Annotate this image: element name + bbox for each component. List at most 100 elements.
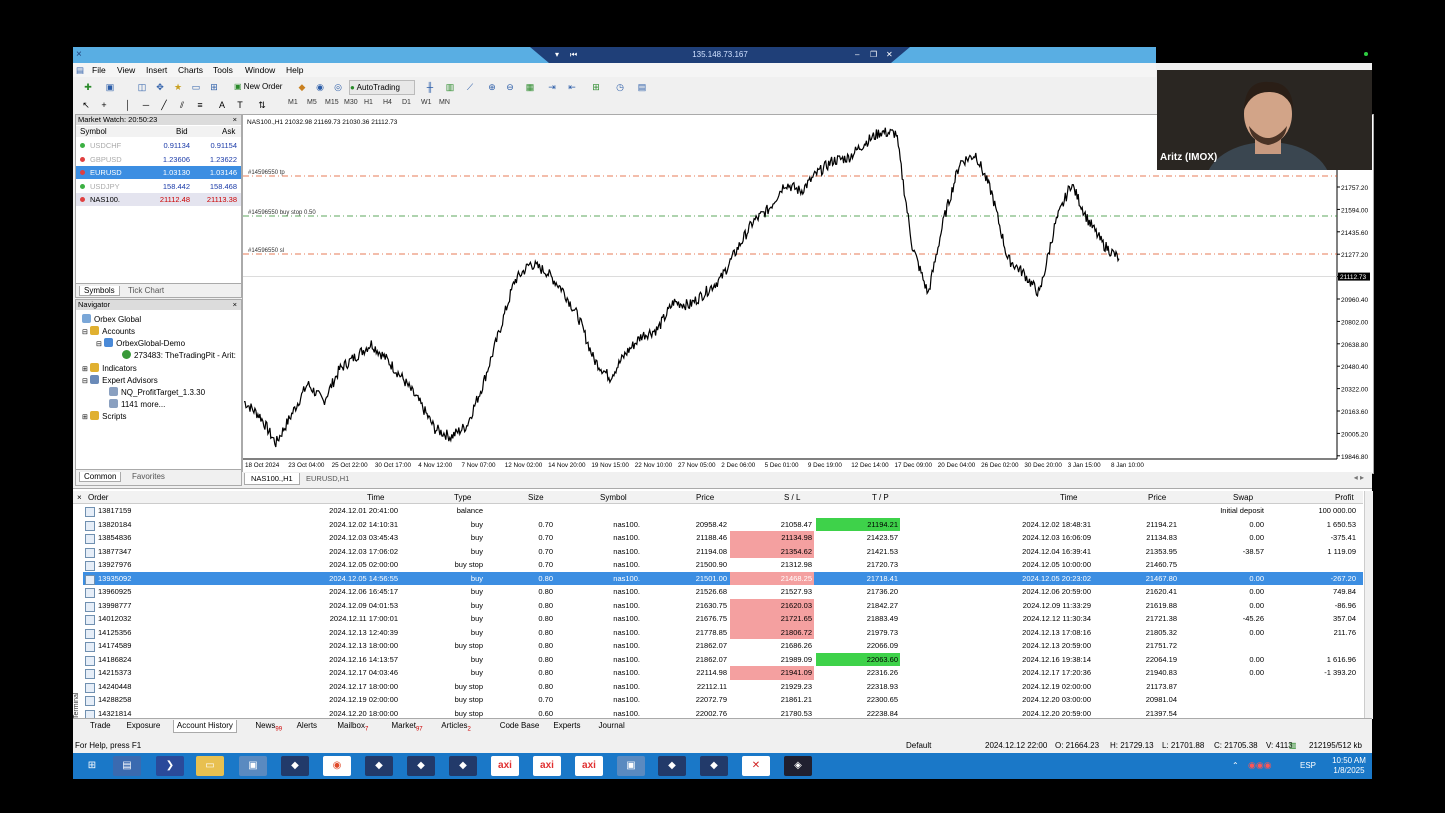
taskbar-chrome-icon[interactable]: ◉ — [323, 756, 351, 776]
col-swap[interactable]: Swap — [1233, 493, 1253, 502]
col-bid[interactable]: Bid — [176, 127, 188, 136]
taskbar-mt4-icon[interactable]: ◆ — [365, 756, 393, 776]
trendline-icon[interactable]: ╱ — [157, 99, 171, 111]
history-row[interactable]: 14125356 2024.12.13 12:40:39 buy 0.80 nas100… — [83, 625, 1363, 639]
expand-icon[interactable]: ⊟ — [96, 341, 102, 348]
taskbar-mt4-icon[interactable]: ◆ — [281, 756, 309, 776]
taskbar-powershell-icon[interactable]: ❯ — [156, 756, 184, 776]
tab-mailbox[interactable]: Mailbox7 — [334, 720, 371, 736]
tf-m30[interactable]: M30 — [344, 99, 358, 106]
market-watch-row[interactable]: USDCHF 0.91134 0.91154 — [76, 139, 241, 152]
tab-account-history[interactable]: Account History — [172, 720, 237, 733]
tab-news[interactable]: News99 — [252, 720, 285, 736]
templates-icon[interactable]: ▤ — [635, 81, 649, 93]
menu-charts[interactable]: Charts — [178, 65, 203, 75]
tab-code-base[interactable]: Code Base — [497, 720, 543, 732]
history-row[interactable]: 13935092 2024.12.05 14:56:55 buy 0.80 nas100… — [83, 571, 1363, 585]
nav-scripts[interactable]: ⊞ Scripts — [82, 411, 127, 421]
tab-common[interactable]: Common — [79, 472, 122, 482]
restore-icon[interactable]: ❐ — [870, 47, 877, 63]
tf-mn[interactable]: MN — [439, 99, 450, 106]
tray-arrow-icon[interactable]: ⌃ — [1232, 761, 1239, 770]
col-symbol[interactable]: Symbol — [80, 127, 107, 136]
col-price[interactable]: Price — [696, 493, 714, 502]
taskbar-folder-icon[interactable]: ▭ — [196, 756, 224, 776]
taskbar-mt4-icon[interactable]: ◆ — [449, 756, 477, 776]
tab-trade[interactable]: Trade — [87, 720, 114, 732]
tf-m1[interactable]: M1 — [288, 99, 298, 106]
taskbar-monitor-icon[interactable]: ▤ — [113, 756, 141, 776]
channel-icon[interactable]: ⫽ — [175, 99, 189, 111]
tab-nas100-h1[interactable]: NAS100.,H1 — [244, 473, 300, 485]
taskbar-rdp-icon[interactable]: ▣ — [617, 756, 645, 776]
taskbar-rdp-icon[interactable]: ▣ — [239, 756, 267, 776]
history-row[interactable]: 14012032 2024.12.11 17:00:01 buy 0.80 nas100… — [83, 612, 1363, 626]
cursor-icon[interactable]: ↖ — [79, 99, 93, 111]
tester-icon[interactable]: ⊞ — [207, 81, 221, 93]
autoscroll-icon[interactable]: ⇤ — [565, 81, 579, 93]
menu-view[interactable]: View — [117, 65, 135, 75]
nav-indicators[interactable]: ⊞ Indicators — [82, 363, 137, 373]
nav-account-273483[interactable]: 273483: TheTradingPit - Arit: — [122, 350, 236, 360]
col-size[interactable]: Size — [528, 493, 544, 502]
col-order[interactable]: Order — [88, 493, 108, 502]
menu-tools[interactable]: Tools — [213, 65, 233, 75]
menu-insert[interactable]: Insert — [146, 65, 167, 75]
tab-experts[interactable]: Experts — [550, 720, 583, 732]
tf-d1[interactable]: D1 — [402, 99, 411, 106]
nav-ea-nq-profittarget[interactable]: NQ_ProfitTarget_1.3.30 — [109, 387, 205, 397]
horizontal-line-icon[interactable]: ─ — [139, 99, 153, 111]
history-row[interactable]: 13820184 2024.12.02 14:10:31 buy 0.70 nas100… — [83, 517, 1363, 531]
close-icon[interactable]: × — [233, 115, 237, 125]
tf-m5[interactable]: M5 — [307, 99, 317, 106]
taskbar-mt4-icon[interactable]: ◆ — [658, 756, 686, 776]
options-icon[interactable]: ◎ — [331, 81, 345, 93]
profiles-icon[interactable]: ▣ — [103, 81, 117, 93]
zoom-out-icon[interactable]: ⊖ — [503, 81, 517, 93]
tab-scroll-arrows[interactable]: ◂ ▸ — [1354, 473, 1364, 482]
tab-tick-chart[interactable]: Tick Chart — [128, 286, 164, 295]
bar-chart-icon[interactable]: ╫ — [423, 81, 437, 93]
market-watch-row[interactable]: USDJPY 158.442 158.468 — [76, 180, 241, 193]
arrows-icon[interactable]: ⇅ — [255, 99, 269, 111]
tile-windows-icon[interactable]: ▦ — [523, 81, 537, 93]
col-ask[interactable]: Ask — [222, 127, 235, 136]
fibonacci-icon[interactable]: ≡ — [193, 99, 207, 111]
col-close-price[interactable]: Price — [1148, 493, 1166, 502]
remote-connection-bar[interactable]: ▾ ⏮ 135.148.73.167 – ❐ ✕ — [530, 47, 910, 63]
market-watch-row[interactable]: NAS100. 21112.48 21113.38 — [76, 193, 241, 206]
nav-orbex-global[interactable]: Orbex Global — [82, 314, 141, 324]
col-profit[interactable]: Profit — [1335, 493, 1354, 502]
col-close-time[interactable]: Time — [1060, 493, 1077, 502]
periods-icon[interactable]: ◷ — [613, 81, 627, 93]
tray-icons[interactable]: ◉◉◉ — [1248, 760, 1272, 771]
tab-symbols[interactable]: Symbols — [79, 286, 120, 296]
terminal-icon[interactable]: ▭ — [189, 81, 203, 93]
close-icon[interactable]: × — [77, 493, 82, 502]
col-type[interactable]: Type — [454, 493, 471, 502]
remote-close-icon[interactable]: × — [76, 49, 82, 61]
clock-date[interactable]: 1/8/2025 — [1329, 766, 1369, 775]
col-sl[interactable]: S / L — [784, 493, 800, 502]
zoom-in-icon[interactable]: ⊕ — [485, 81, 499, 93]
crosshair-icon[interactable]: + — [97, 99, 111, 111]
chart-shift-icon[interactable]: ⇥ — [545, 81, 559, 93]
history-row[interactable]: 14174589 2024.12.13 18:00:00 buy stop 0.80 n… — [83, 639, 1363, 653]
navigator-icon[interactable]: ★ — [171, 81, 185, 93]
tf-h4[interactable]: H4 — [383, 99, 392, 106]
history-row[interactable]: 13817159 2024.12.01 20:41:00 balance Initia… — [83, 504, 1363, 518]
taskbar-axi-icon[interactable]: axi — [533, 756, 561, 776]
nav-orbex-demo[interactable]: ⊟ OrbexGlobal-Demo — [96, 338, 185, 348]
menu-help[interactable]: Help — [286, 65, 303, 75]
taskbar-axi-icon[interactable]: axi — [575, 756, 603, 776]
col-tp[interactable]: T / P — [872, 493, 889, 502]
metaeditor-icon[interactable]: ◆ — [295, 81, 309, 93]
tab-articles[interactable]: Articles2 — [438, 720, 474, 736]
nav-expert-advisors[interactable]: ⊟ Expert Advisors — [82, 375, 158, 385]
indicators-icon[interactable]: ⊞ — [589, 81, 603, 93]
taskbar-axi-icon[interactable]: axi — [491, 756, 519, 776]
signals-icon[interactable]: ◉ — [313, 81, 327, 93]
line-chart-icon[interactable]: ⟋ — [463, 81, 477, 93]
history-row[interactable]: 13960925 2024.12.06 16:45:17 buy 0.80 nas100… — [83, 585, 1363, 599]
pin-icon[interactable]: ▾ — [555, 47, 559, 63]
